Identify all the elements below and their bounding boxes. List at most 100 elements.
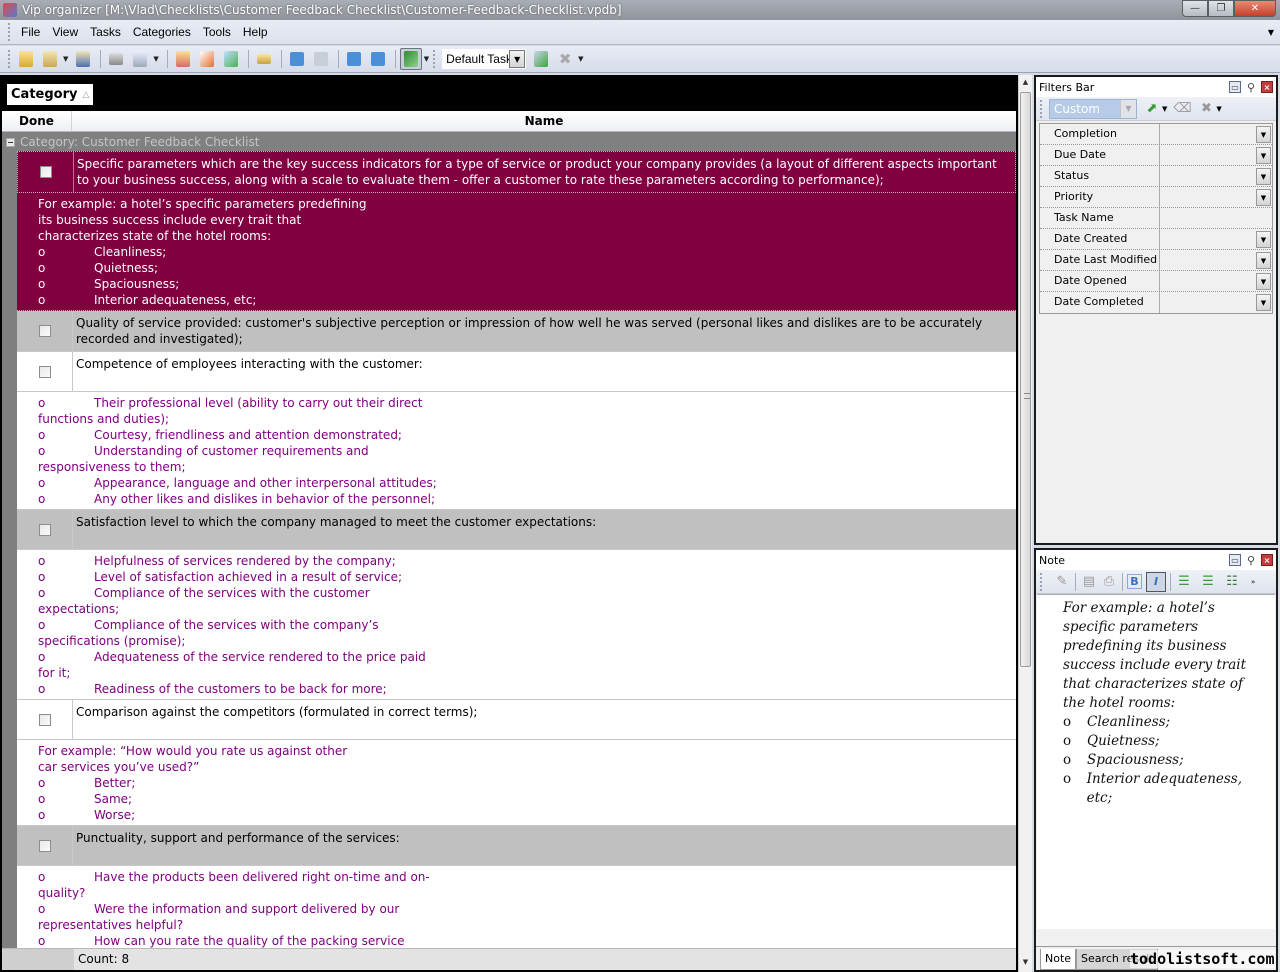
- expand-all-button[interactable]: [343, 48, 365, 70]
- chevron-down-icon[interactable]: ▼: [1256, 273, 1271, 290]
- task-row[interactable]: Satisfaction level to which the company …: [17, 510, 1016, 550]
- note-content[interactable]: For example: a hotel’s specific paramete…: [1037, 594, 1275, 929]
- filter-value-input[interactable]: ▼: [1160, 250, 1272, 270]
- float-panel-icon[interactable]: ▭: [1229, 81, 1241, 93]
- category-group-row[interactable]: Category: Customer Feedback Checklist: [2, 133, 1016, 151]
- done-checkbox[interactable]: [38, 365, 51, 378]
- task-row[interactable]: Comparison against the competitors (form…: [17, 700, 1016, 740]
- task-row[interactable]: Punctuality, support and performance of …: [17, 826, 1016, 866]
- print-icon[interactable]: ⎙: [1100, 573, 1118, 591]
- restore-button[interactable]: ❐: [1208, 0, 1234, 17]
- menu-overflow-icon[interactable]: ▼: [1268, 28, 1274, 37]
- scroll-up-icon[interactable]: ▲: [1019, 75, 1032, 90]
- find-button[interactable]: [253, 48, 275, 70]
- delete-template-button[interactable]: ✖: [554, 48, 576, 70]
- done-checkbox[interactable]: [38, 839, 51, 852]
- eraser-icon[interactable]: ⌫: [1173, 100, 1191, 118]
- task-name[interactable]: Satisfaction level to which the company …: [73, 510, 1016, 549]
- filter-value-input[interactable]: ▼: [1160, 271, 1272, 291]
- filter-value-input[interactable]: ▼: [1160, 166, 1272, 186]
- float-panel-icon[interactable]: ▭: [1229, 554, 1241, 566]
- align-left-icon[interactable]: ☰: [1175, 573, 1193, 591]
- task-template-select[interactable]: Default Task ▼: [442, 49, 527, 69]
- new-task-button[interactable]: [220, 48, 242, 70]
- chevron-down-icon[interactable]: ▼: [1256, 231, 1271, 248]
- open-database-button[interactable]: [39, 48, 61, 70]
- close-panel-icon[interactable]: ×: [1261, 554, 1273, 566]
- task-note-preview[interactable]: For example: a hotel’s specific paramete…: [17, 193, 1016, 311]
- done-checkbox[interactable]: [39, 166, 52, 178]
- save-database-button[interactable]: [72, 48, 94, 70]
- task-name[interactable]: Specific parameters which are the key su…: [74, 152, 1015, 192]
- done-checkbox[interactable]: [38, 523, 51, 536]
- close-button[interactable]: ✕: [1234, 0, 1276, 17]
- filter-value-input[interactable]: ▼: [1160, 292, 1272, 313]
- edit-button[interactable]: [196, 48, 218, 70]
- menu-view[interactable]: View: [46, 25, 84, 39]
- move-down-button[interactable]: [286, 48, 308, 70]
- pin-icon[interactable]: ⚲: [1245, 554, 1257, 567]
- chevron-down-icon[interactable]: ▼: [509, 50, 526, 68]
- apply-filter-dropdown-icon[interactable]: ▼: [1162, 105, 1167, 113]
- apply-template-button[interactable]: [530, 48, 552, 70]
- filter-value-input[interactable]: ▼: [1160, 229, 1272, 249]
- bold-icon[interactable]: B: [1127, 574, 1142, 589]
- column-name[interactable]: Name: [72, 111, 1016, 131]
- toolbar-grip[interactable]: [433, 50, 436, 68]
- filter-toggle-button[interactable]: [399, 48, 422, 70]
- task-row[interactable]: Specific parameters which are the key su…: [17, 151, 1016, 193]
- task-row[interactable]: Quality of service provided: customer's …: [17, 311, 1016, 352]
- tab-note[interactable]: Note: [1040, 949, 1077, 970]
- new-database-button[interactable]: [15, 48, 37, 70]
- task-note-preview[interactable]: For example: “How would you rate us agai…: [17, 740, 1016, 826]
- italic-icon[interactable]: I: [1146, 571, 1166, 592]
- column-done[interactable]: Done: [2, 111, 72, 131]
- task-name[interactable]: Quality of service provided: customer's …: [73, 311, 1016, 351]
- filter-value-input[interactable]: ▼: [1160, 145, 1272, 165]
- apply-filter-icon[interactable]: ⬈: [1143, 100, 1161, 118]
- print-preview-button[interactable]: [129, 48, 151, 70]
- note-edit-icon[interactable]: ✎: [1053, 573, 1071, 591]
- task-name[interactable]: Competence of employees interacting with…: [73, 352, 1016, 391]
- clear-filter-icon[interactable]: ✖: [1197, 100, 1215, 118]
- collapse-all-button[interactable]: [367, 48, 389, 70]
- task-name[interactable]: Punctuality, support and performance of …: [73, 826, 1016, 865]
- chevron-down-icon[interactable]: ▼: [1256, 147, 1271, 164]
- task-name[interactable]: Comparison against the competitors (form…: [73, 700, 1016, 739]
- filter-dropdown-icon[interactable]: ▼: [424, 55, 429, 63]
- filter-value-input[interactable]: [1160, 208, 1272, 228]
- filter-preset-select[interactable]: Custom ▼: [1049, 98, 1137, 119]
- move-up-button[interactable]: [310, 48, 332, 70]
- chevron-down-icon[interactable]: ▼: [1256, 252, 1271, 269]
- task-row[interactable]: Competence of employees interacting with…: [17, 352, 1016, 392]
- group-by-category-chip[interactable]: Category △: [7, 84, 94, 105]
- filters-overflow-icon[interactable]: ▼: [1216, 105, 1221, 113]
- done-checkbox[interactable]: [38, 713, 51, 726]
- collapse-icon[interactable]: [6, 137, 15, 147]
- menu-tools[interactable]: Tools: [197, 25, 237, 39]
- close-panel-icon[interactable]: ×: [1261, 81, 1273, 93]
- toolbar-overflow-icon[interactable]: ▼: [578, 55, 583, 63]
- bullet-list-icon[interactable]: ☷: [1223, 573, 1241, 591]
- open-dropdown-icon[interactable]: ▼: [63, 55, 68, 63]
- pin-icon[interactable]: ⚲: [1245, 81, 1257, 94]
- done-checkbox[interactable]: [38, 325, 51, 337]
- chevron-down-icon[interactable]: ▼: [1256, 168, 1271, 185]
- filter-value-input[interactable]: ▼: [1160, 124, 1272, 144]
- menu-grip[interactable]: [8, 23, 11, 41]
- minimize-button[interactable]: —: [1182, 0, 1208, 17]
- scrollbar-thumb[interactable]: [1020, 92, 1031, 667]
- filters-toolbar-grip[interactable]: [1040, 99, 1043, 118]
- note-overflow-icon[interactable]: »: [1251, 578, 1255, 586]
- chevron-down-icon[interactable]: ▼: [1256, 189, 1271, 206]
- task-note-preview[interactable]: o Have the products been delivered right …: [17, 866, 1016, 948]
- chevron-down-icon[interactable]: ▼: [1256, 126, 1271, 143]
- scroll-down-icon[interactable]: ▼: [1019, 955, 1032, 970]
- align-center-icon[interactable]: ☰: [1199, 573, 1217, 591]
- menu-categories[interactable]: Categories: [127, 25, 197, 39]
- chevron-down-icon[interactable]: ▼: [1120, 99, 1136, 118]
- menu-tasks[interactable]: Tasks: [84, 25, 127, 39]
- menu-file[interactable]: File: [15, 25, 46, 39]
- grid-scrollbar[interactable]: ▲ ▼: [1018, 75, 1032, 972]
- menu-help[interactable]: Help: [237, 25, 274, 39]
